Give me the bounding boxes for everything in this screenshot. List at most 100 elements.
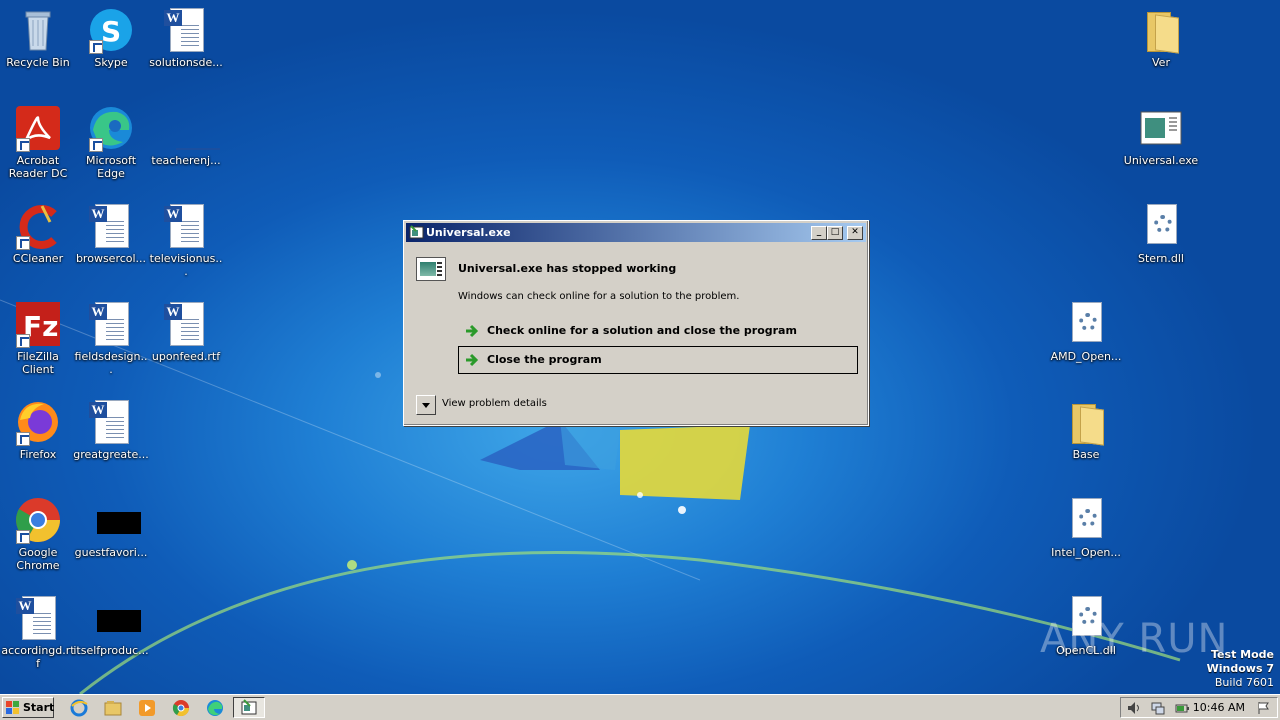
word-document-icon: W: [87, 202, 135, 250]
desktop-icon-label: CCleaner: [12, 252, 64, 265]
desktop-icon-label: browsercol...: [75, 252, 147, 265]
desktop-icon-accordingd[interactable]: W accordingd.rtf: [0, 594, 76, 670]
folder-icon: [1062, 398, 1110, 446]
test-mode-notice: Test Mode Windows 7 Build 7601: [1207, 648, 1274, 690]
desktop-icon-filezilla[interactable]: Fz FileZilla Client: [0, 300, 76, 376]
dll-gear-icon: [1062, 496, 1110, 544]
desktop-icon-ccleaner[interactable]: CCleaner: [0, 202, 76, 265]
close-program-option[interactable]: Close the program: [458, 346, 858, 374]
test-mode-line2: Windows 7: [1206, 662, 1274, 675]
desktop-icon-label: Microsoft Edge: [85, 154, 137, 180]
word-document-icon: W: [162, 202, 210, 250]
desktop-icon-greatgreate[interactable]: W greatgreate...: [73, 398, 149, 461]
desktop-icon-itselfproduc[interactable]: itselfproduc...: [73, 594, 149, 657]
dialog-title: Universal.exe: [426, 226, 511, 239]
maximize-button[interactable]: □: [827, 226, 843, 240]
battery-icon[interactable]: [1175, 701, 1189, 715]
blank-file-icon: [162, 104, 220, 152]
shortcut-arrow-icon: [16, 334, 30, 348]
desktop-icon-universal-exe[interactable]: Universal.exe: [1123, 104, 1199, 167]
desktop-icon-label: Acrobat Reader DC: [8, 154, 68, 180]
app-window-icon: [409, 225, 424, 239]
desktop-icon-ver[interactable]: Ver: [1123, 6, 1199, 69]
watermark-text: ANY RUN: [1040, 616, 1229, 662]
desktop-icon-label: Universal.exe: [1123, 154, 1199, 167]
start-button[interactable]: Start: [2, 697, 54, 718]
desktop-icon-label: Skype: [94, 56, 128, 69]
desktop-icon-label: guestfavori...: [74, 546, 148, 559]
view-problem-details-label[interactable]: View problem details: [442, 398, 547, 409]
close-button[interactable]: ✕: [847, 226, 863, 240]
word-document-icon: W: [87, 398, 135, 446]
taskbar: Start 10:46 AM: [0, 694, 1280, 720]
desktop-icon-stern-dll[interactable]: Stern.dll: [1123, 202, 1199, 265]
desktop-icon-label: Base: [1072, 448, 1100, 461]
check-online-option[interactable]: Check online for a solution and close th…: [458, 317, 858, 345]
file-explorer-icon[interactable]: [104, 699, 122, 717]
desktop-icon-firefox[interactable]: Firefox: [0, 398, 76, 461]
desktop-icon-label: uponfeed.rtf: [151, 350, 221, 363]
desktop-icon-label: Google Chrome: [16, 546, 60, 572]
chevron-down-icon[interactable]: [416, 395, 436, 415]
shortcut-arrow-icon: [89, 138, 103, 152]
svg-text:S: S: [101, 15, 121, 48]
desktop-icon-skype[interactable]: S Skype: [73, 6, 149, 69]
app-window-icon: [241, 699, 257, 715]
media-player-icon[interactable]: [138, 699, 156, 717]
start-label: Start: [23, 701, 55, 714]
minimize-button[interactable]: _: [811, 226, 827, 240]
system-clock[interactable]: 10:46 AM: [1193, 701, 1245, 714]
desktop-icon-fieldsdesign[interactable]: W fieldsdesign...: [73, 300, 149, 376]
dialog-titlebar[interactable]: Universal.exe _ □ ✕: [406, 223, 866, 242]
edge-icon[interactable]: [206, 699, 224, 717]
desktop-icon-label: FileZilla Client: [17, 350, 59, 376]
desktop-icon-label: solutionsde...: [149, 56, 223, 69]
word-document-icon: W: [162, 6, 210, 54]
firefox-icon: [14, 398, 62, 446]
desktop-icon-amd-open[interactable]: AMD_Open...: [1048, 300, 1124, 363]
internet-explorer-icon[interactable]: [70, 699, 88, 717]
app-window-icon: [1137, 104, 1185, 152]
desktop-icon-base[interactable]: Base: [1048, 398, 1124, 461]
volume-icon[interactable]: [1127, 701, 1141, 715]
acrobat-icon: [14, 104, 62, 152]
desktop-icon-recycle-bin[interactable]: Recycle Bin: [0, 6, 76, 69]
desktop-icon-televisionus[interactable]: W televisionus...: [148, 202, 224, 278]
check-online-label: Check online for a solution and close th…: [487, 324, 797, 337]
desktop-icon-label: accordingd.rtf: [1, 644, 75, 670]
desktop-icon-teacherenj[interactable]: teacherenj...: [148, 104, 224, 167]
ccleaner-icon: [14, 202, 62, 250]
app-window-icon: [416, 257, 446, 281]
network-icon[interactable]: [1151, 701, 1165, 715]
desktop-icon-browsercol[interactable]: W browsercol...: [73, 202, 149, 265]
word-document-icon: W: [14, 594, 62, 642]
shortcut-arrow-icon: [16, 138, 30, 152]
desktop-icon-label: Ver: [1152, 56, 1170, 69]
taskbar-universal-exe[interactable]: [233, 697, 265, 718]
desktop-icon-intel-open[interactable]: Intel_Open...: [1048, 496, 1124, 559]
desktop-icon-guestfavori[interactable]: guestfavori...: [73, 496, 149, 559]
dll-gear-icon: [1137, 202, 1185, 250]
test-mode-line1: Test Mode: [1211, 648, 1274, 661]
chrome-icon[interactable]: [172, 699, 190, 717]
desktop-icon-edge[interactable]: Microsoft Edge: [73, 104, 149, 180]
desktop-icon-label: Stern.dll: [1138, 252, 1184, 265]
desktop-icon-label: itselfproduc...: [73, 644, 149, 657]
desktop-icon-acrobat[interactable]: Acrobat Reader DC: [0, 104, 76, 180]
close-program-label: Close the program: [487, 353, 602, 366]
test-mode-line3: Build 7601: [1214, 676, 1274, 689]
green-arrow-icon: [466, 353, 479, 367]
desktop-icon-uponfeed[interactable]: W uponfeed.rtf: [148, 300, 224, 363]
desktop-icon-label: fieldsdesign...: [74, 350, 148, 376]
action-center-flag-icon[interactable]: [1257, 701, 1271, 715]
system-tray: 10:46 AM: [1120, 697, 1278, 718]
shortcut-arrow-icon: [16, 236, 30, 250]
recycle-bin-icon: [14, 6, 62, 54]
black-file-icon: [87, 496, 141, 544]
desktop-icon-chrome[interactable]: Google Chrome: [0, 496, 76, 572]
folder-icon: [1137, 6, 1185, 54]
error-dialog: Universal.exe _ □ ✕ Universal.exe has st…: [403, 220, 869, 426]
shortcut-arrow-icon: [89, 40, 103, 54]
desktop-icon-solutionsde[interactable]: W solutionsde...: [148, 6, 224, 69]
desktop-icon-label: Recycle Bin: [6, 56, 70, 69]
